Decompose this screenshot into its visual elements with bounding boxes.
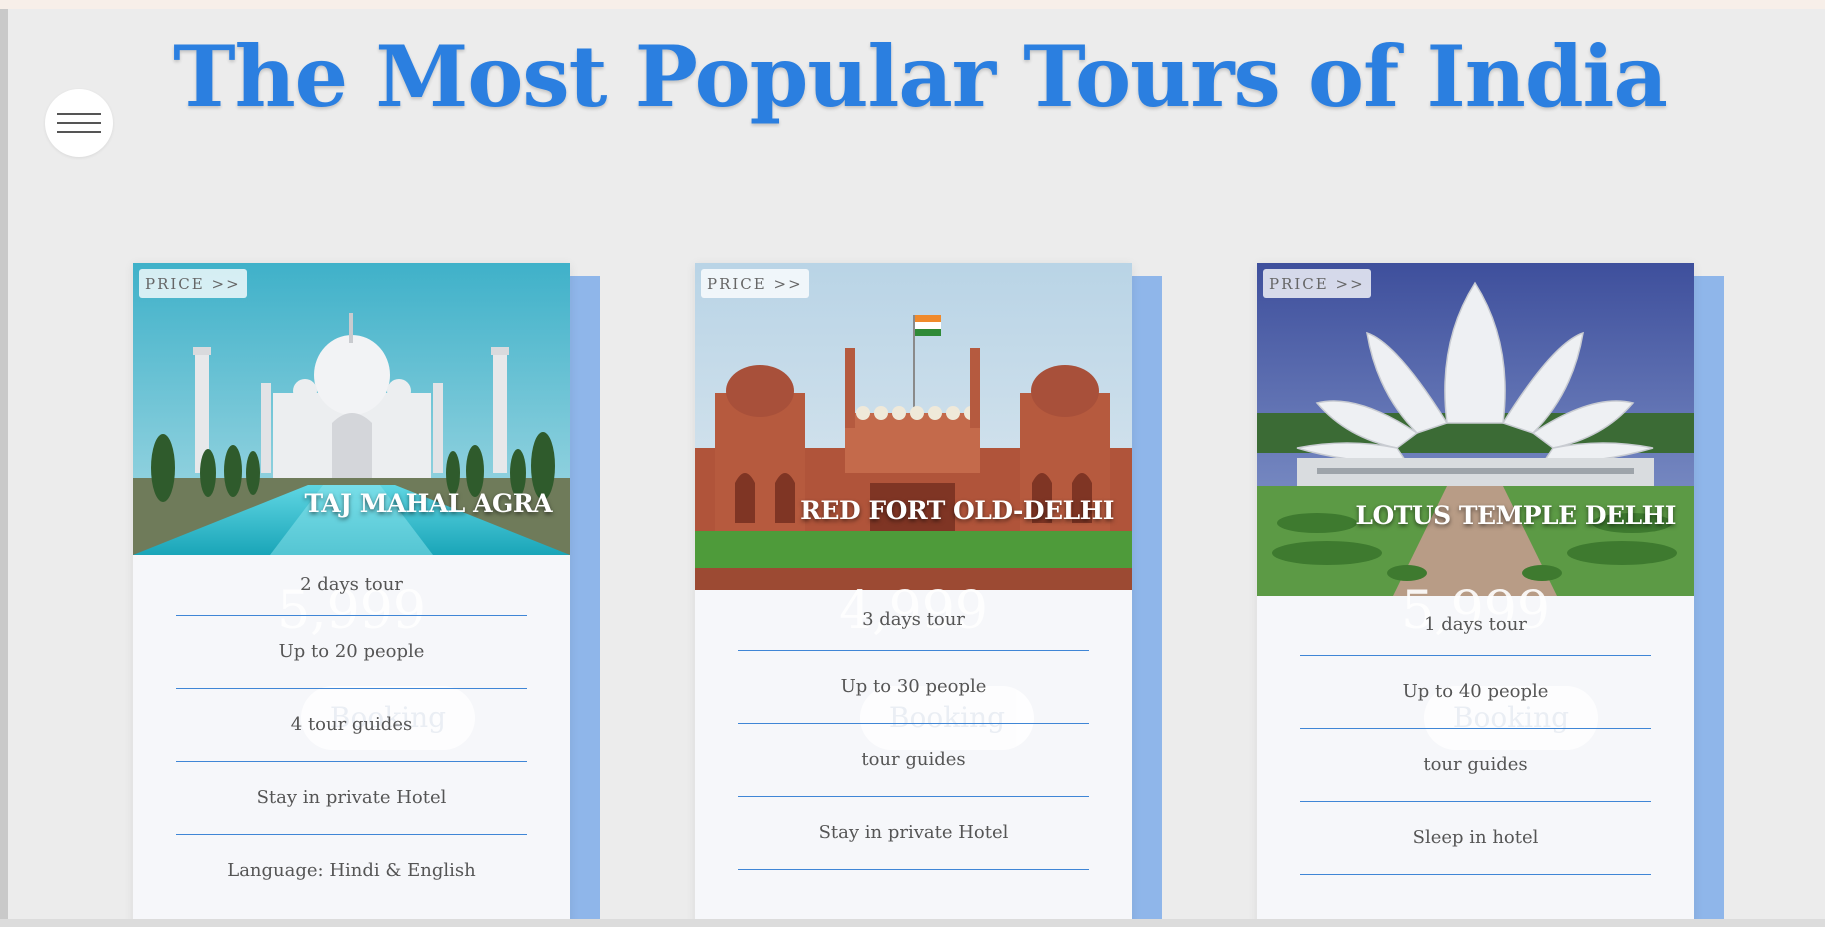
tour-image-red-fort: RED FORT OLD-DELHI [695,263,1132,590]
feature-item: Up to 30 people [738,651,1089,724]
card-body: LOTUS TEMPLE DELHI PRICE >> 5,999 Bookin… [1257,263,1694,927]
tour-card-red-fort: RED FORT OLD-DELHI PRICE >> 4,999 Bookin… [695,263,1162,927]
window-edge [0,9,8,927]
feature-item: Sleep in hotel [1300,802,1651,875]
card-body: TAJ MAHAL AGRA PRICE >> 5,999 Booking 2 … [133,263,570,927]
feature-item: Stay in private Hotel [176,762,527,835]
hamburger-icon-line [57,131,101,133]
tour-image-taj-mahal: TAJ MAHAL AGRA [133,263,570,555]
page-viewport: The Most Popular Tours of India TAJ MAHA… [0,0,1825,927]
tour-features: 1 days tour Up to 40 people tour guides … [1300,595,1651,875]
tour-image-lotus-temple: LOTUS TEMPLE DELHI [1257,263,1694,596]
price-toggle-button[interactable]: PRICE >> [701,269,809,298]
feature-item: 3 days tour [738,590,1089,651]
tour-name: TAJ MAHAL AGRA [304,489,553,518]
page-title: The Most Popular Tours of India [173,27,1668,126]
tour-features: 2 days tour Up to 20 people 4 tour guide… [176,555,527,907]
tour-features: 3 days tour Up to 30 people tour guides … [738,590,1089,870]
price-toggle-button[interactable]: PRICE >> [1263,269,1371,298]
feature-item: Language: Hindi & English [227,860,476,881]
tour-name: LOTUS TEMPLE DELHI [1355,501,1676,530]
feature-item: Up to 20 people [176,616,527,689]
feature-item: tour guides [1300,729,1651,802]
feature-item: tour guides [738,724,1089,797]
feature-item: Up to 40 people [1300,656,1651,729]
tour-card-taj-mahal: TAJ MAHAL AGRA PRICE >> 5,999 Booking 2 … [133,263,600,927]
card-body: RED FORT OLD-DELHI PRICE >> 4,999 Bookin… [695,263,1132,927]
menu-button[interactable] [45,89,113,157]
hamburger-icon-line [57,122,101,124]
feature-item: 2 days tour [176,555,527,616]
feature-item: 1 days tour [1300,595,1651,656]
price-toggle-button[interactable]: PRICE >> [139,269,247,298]
hamburger-icon [57,113,101,115]
tour-card-lotus-temple: LOTUS TEMPLE DELHI PRICE >> 5,999 Bookin… [1257,263,1724,927]
tour-name: RED FORT OLD-DELHI [800,496,1114,525]
feature-item: Stay in private Hotel [738,797,1089,870]
feature-item: 4 tour guides [176,689,527,762]
page-bottom-edge [0,919,1825,927]
